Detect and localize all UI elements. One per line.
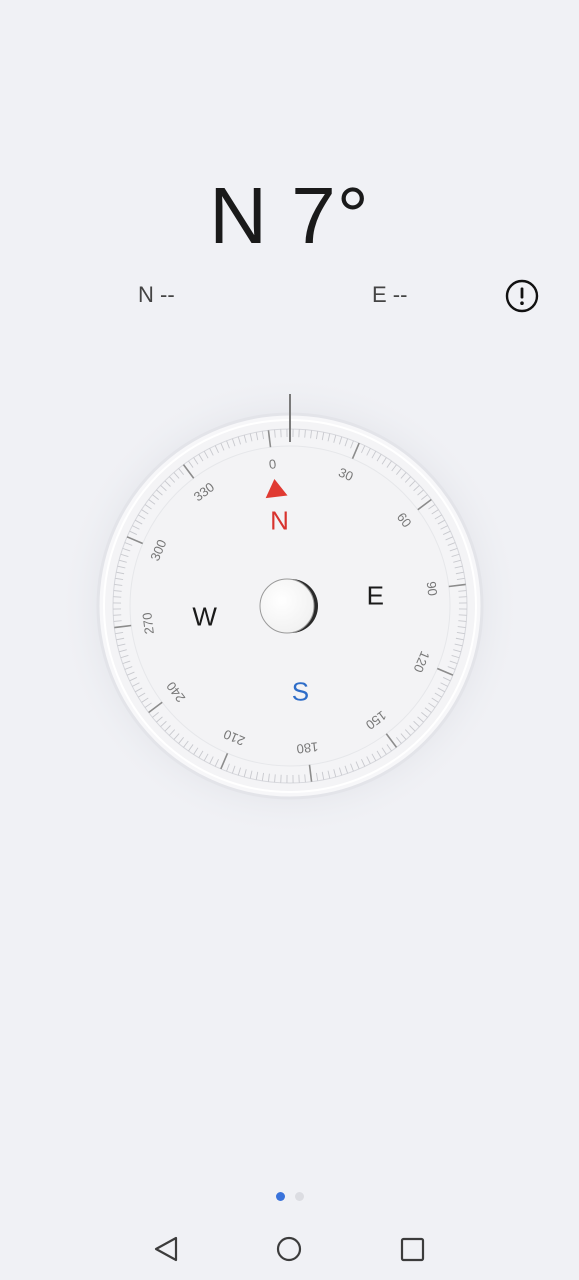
heading-readout: N 7°	[0, 168, 579, 264]
recent-apps-button[interactable]	[390, 1228, 434, 1272]
latitude-readout: N --	[138, 282, 175, 307]
page-dot-inactive	[294, 1192, 304, 1201]
center-knob	[259, 578, 315, 634]
info-button[interactable]	[505, 279, 539, 313]
back-button[interactable]	[145, 1228, 189, 1272]
recent-square-icon	[400, 1237, 425, 1262]
compass: 0 30 60 90 120 150 180 210 240 270 300 330 N E S W	[0, 380, 579, 830]
heading-degrees: 7°	[291, 171, 370, 260]
cardinal-e: E	[367, 581, 384, 611]
cardinal-n: N	[270, 506, 289, 536]
compass-dial: 0306090120150180210240270300330NESW	[58, 380, 522, 830]
page-indicator	[0, 1188, 579, 1206]
degree-label: 90	[424, 580, 441, 596]
home-circle-icon	[276, 1236, 302, 1262]
page-dot-active	[275, 1192, 285, 1201]
heading-direction: N	[209, 171, 269, 260]
degree-label: 180	[296, 739, 319, 757]
longitude-readout: E --	[372, 282, 408, 307]
degree-label: 270	[139, 612, 157, 635]
cardinal-w: W	[192, 601, 217, 631]
info-exclamation-icon	[505, 279, 539, 313]
system-navbar	[0, 1228, 579, 1272]
cardinal-s: S	[292, 676, 309, 706]
back-triangle-icon	[154, 1236, 178, 1262]
home-button[interactable]	[267, 1228, 311, 1272]
